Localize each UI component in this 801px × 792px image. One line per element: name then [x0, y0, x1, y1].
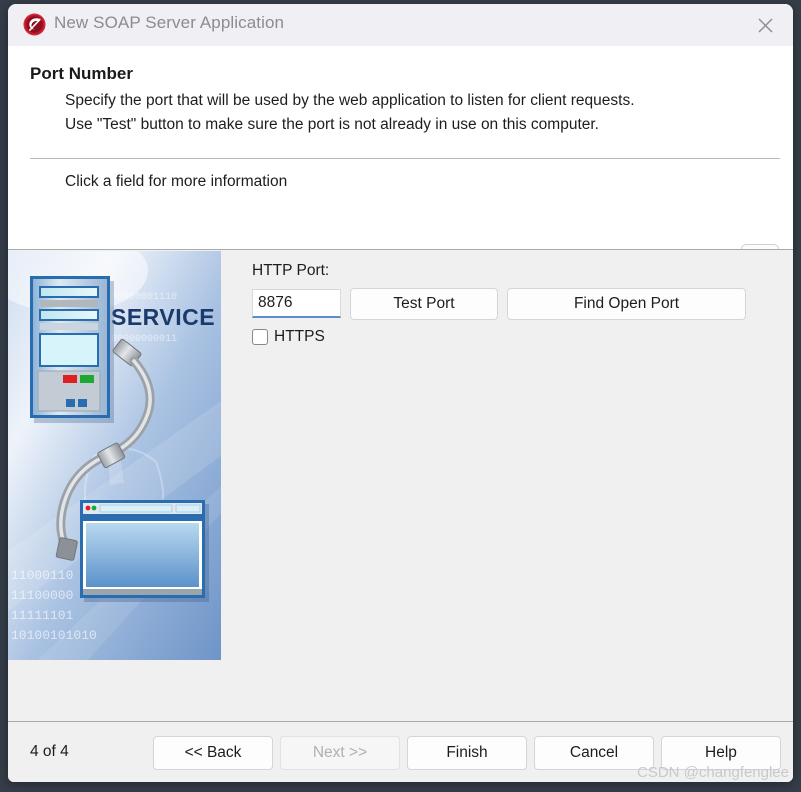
window-title: New SOAP Server Application	[54, 13, 285, 32]
svg-text:11111101: 11111101	[11, 608, 74, 623]
close-icon[interactable]	[745, 10, 785, 40]
find-open-port-button[interactable]: Find Open Port	[507, 288, 746, 320]
test-port-button[interactable]: Test Port	[350, 288, 498, 320]
help-button[interactable]: Help	[661, 736, 781, 770]
soap-server-icon	[23, 13, 46, 36]
step-indicator: 4 of 4	[30, 743, 69, 760]
svg-text:SERVICE: SERVICE	[111, 304, 215, 330]
https-checkbox-row[interactable]: HTTPS	[252, 328, 325, 346]
finish-button[interactable]: Finish	[407, 736, 527, 770]
svg-text:11100000: 11100000	[11, 588, 73, 603]
hint-text: Click a field for more information	[65, 173, 288, 190]
back-button[interactable]: << Back	[153, 736, 273, 770]
footer-bar: 4 of 4 << Back Next >> Finish Cancel Hel…	[8, 721, 793, 782]
dialog-window: New SOAP Server Application Port Number …	[8, 4, 793, 782]
description-line-1: Specify the port that will be used by th…	[65, 92, 635, 109]
next-button: Next >>	[280, 736, 400, 770]
page-title: Port Number	[30, 64, 133, 83]
title-bar: New SOAP Server Application	[8, 4, 793, 46]
description-line-2: Use "Test" button to make sure the port …	[65, 116, 599, 133]
cancel-button[interactable]: Cancel	[534, 736, 654, 770]
server-illustration: 00000001110 00000000011 SERVICE 11000110…	[8, 251, 221, 660]
header-section: Port Number Specify the port that will b…	[8, 46, 793, 282]
svg-text:11000110: 11000110	[11, 568, 73, 583]
http-port-label: HTTP Port:	[252, 262, 330, 279]
main-content: 00000001110 00000000011 SERVICE 11000110…	[8, 250, 793, 721]
https-label: HTTPS	[274, 328, 325, 345]
svg-text:00000001110: 00000001110	[111, 292, 177, 303]
http-port-input[interactable]	[252, 289, 341, 318]
https-checkbox[interactable]	[252, 329, 268, 345]
header-divider	[30, 158, 780, 159]
footer-divider	[8, 721, 793, 722]
svg-text:10100101010: 10100101010	[11, 628, 97, 643]
